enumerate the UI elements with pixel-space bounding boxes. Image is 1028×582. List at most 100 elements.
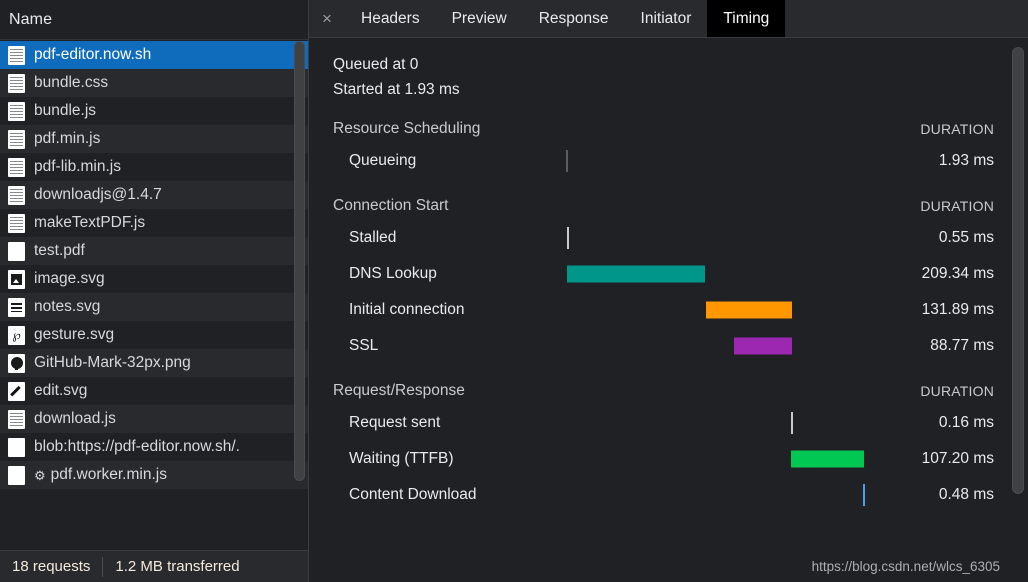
timing-section: Resource Scheduling DURATION Queueing 1.93 … [309, 115, 1028, 179]
timing-row: Initial connection 131.89 ms [309, 292, 1028, 328]
tab-preview[interactable]: Preview [436, 0, 523, 37]
document-icon [8, 45, 25, 65]
timing-bar [567, 265, 705, 283]
request-list-item[interactable]: pdf-lib.min.js [0, 153, 308, 181]
timing-bar [734, 337, 792, 355]
timing-phase-label: Request sent [349, 414, 441, 431]
timing-section: Request/Response DURATION Request sent 0.16… [309, 377, 1028, 513]
timing-section-header: Resource Scheduling DURATION [309, 115, 1028, 143]
timing-phase-label: DNS Lookup [349, 265, 437, 282]
document-icon [8, 73, 25, 93]
duration-column-label: DURATION [920, 121, 994, 137]
request-name-label: gesture.svg [34, 326, 115, 343]
timing-bar [791, 450, 864, 468]
request-list-item[interactable]: ⚙ pdf.worker.min.js [0, 461, 308, 489]
request-list-item[interactable]: download.js [0, 405, 308, 433]
request-list-item[interactable]: edit.svg [0, 377, 308, 405]
request-name-label: bundle.css [34, 74, 109, 91]
timing-phase-duration: 0.55 ms [938, 229, 994, 246]
request-list-item[interactable]: downloadjs@1.4.7 [0, 181, 308, 209]
request-name-label: pdf-lib.min.js [34, 158, 121, 175]
document-icon [8, 101, 25, 121]
request-list-item[interactable]: makeTextPDF.js [0, 209, 308, 237]
request-list-item[interactable]: notes.svg [0, 293, 308, 321]
request-list-header: Name [0, 0, 308, 40]
timing-bar [791, 412, 793, 434]
request-name-label: download.js [34, 410, 116, 427]
requests-count: 18 requests [12, 558, 91, 575]
timing-phase-label: SSL [349, 337, 379, 354]
timing-phase-label: Stalled [349, 229, 397, 246]
tabs-container: Headers Preview Response Initiator Timing [345, 0, 786, 37]
request-file-list[interactable]: pdf-editor.now.sh bundle.css bundle.js pdf.… [0, 41, 308, 550]
request-name-label: downloadjs@1.4.7 [34, 186, 162, 203]
timing-section-title: Connection Start [333, 197, 449, 214]
duration-column-label: DURATION [920, 383, 994, 399]
timing-phase-duration: 88.77 ms [930, 337, 994, 354]
timing-section-title: Request/Response [333, 382, 465, 399]
timing-row: SSL 88.77 ms [309, 328, 1028, 364]
document-icon [8, 157, 25, 177]
timing-phase-label: Initial connection [349, 301, 465, 318]
timing-phase-duration: 0.48 ms [938, 486, 994, 503]
request-list-item[interactable]: bundle.css [0, 69, 308, 97]
devtools-network-panel: Name pdf-editor.now.sh bundle.css bundle.j… [0, 0, 1028, 582]
timing-scrollbar-thumb[interactable] [1012, 47, 1024, 494]
timing-phase-duration: 209.34 ms [921, 265, 994, 282]
timing-bar [567, 227, 569, 249]
gesture-icon [8, 325, 25, 345]
timing-section: Connection Start DURATION Stalled 0.55 ms DN… [309, 192, 1028, 364]
network-status-bar: 18 requests 1.2 MB transferred [0, 550, 308, 582]
request-list-item[interactable]: pdf-editor.now.sh [0, 41, 308, 69]
gear-icon: ⚙ [34, 467, 46, 483]
request-name-label: makeTextPDF.js [34, 214, 146, 231]
request-name-label: bundle.js [34, 102, 97, 119]
github-icon [8, 353, 25, 373]
image-icon [8, 269, 25, 289]
request-list-scrollbar-thumb[interactable] [294, 41, 305, 481]
request-name-label: GitHub-Mark-32px.png [34, 354, 191, 371]
tab-initiator[interactable]: Initiator [625, 0, 708, 37]
request-detail-panel: × Headers Preview Response Initiator Timing … [309, 0, 1028, 582]
request-name-label: image.svg [34, 270, 105, 287]
notes-icon [8, 297, 25, 317]
timing-content: Queued at 0 Started at 1.93 ms Resource … [309, 38, 1028, 582]
started-at-text: Started at 1.93 ms [333, 81, 460, 98]
blank-file-icon [8, 465, 25, 485]
request-list-item[interactable]: GitHub-Mark-32px.png [0, 349, 308, 377]
request-list-item[interactable]: bundle.js [0, 97, 308, 125]
tab-timing[interactable]: Timing [707, 0, 786, 37]
request-name-label: pdf-editor.now.sh [34, 46, 152, 63]
request-list-item[interactable]: gesture.svg [0, 321, 308, 349]
edit-pencil-icon [8, 381, 25, 401]
tab-response[interactable]: Response [523, 0, 625, 37]
column-header-name[interactable]: Name [9, 11, 52, 29]
document-icon [8, 129, 25, 149]
timing-phase-label: Queueing [349, 152, 417, 169]
timing-row: Queueing 1.93 ms [309, 143, 1028, 179]
blank-file-icon [8, 437, 25, 457]
timing-bar [863, 484, 865, 506]
close-icon[interactable]: × [309, 0, 345, 37]
request-list-item[interactable]: test.pdf [0, 237, 308, 265]
tab-headers[interactable]: Headers [345, 0, 436, 37]
request-list-item[interactable]: image.svg [0, 265, 308, 293]
timing-phase-duration: 131.89 ms [921, 301, 994, 318]
request-list-panel: Name pdf-editor.now.sh bundle.css bundle.j… [0, 0, 309, 582]
document-icon [8, 185, 25, 205]
timing-phase-label: Content Download [349, 486, 477, 503]
timing-scrollbar-track[interactable] [1011, 39, 1025, 580]
request-list-scrollbar-track[interactable] [293, 41, 306, 550]
request-list-item[interactable]: blob:https://pdf-editor.now.sh/. [0, 433, 308, 461]
timing-bar [706, 301, 792, 319]
document-icon [8, 409, 25, 429]
timing-row: Waiting (TTFB) 107.20 ms [309, 441, 1028, 477]
detail-tab-bar: × Headers Preview Response Initiator Timing [309, 0, 1028, 38]
request-name-label: pdf.min.js [34, 130, 101, 147]
queued-at-text: Queued at 0 [333, 56, 419, 73]
request-name-label: pdf.worker.min.js [50, 466, 167, 483]
timing-phase-duration: 1.93 ms [938, 152, 994, 169]
request-name-label: edit.svg [34, 382, 88, 399]
request-list-item[interactable]: pdf.min.js [0, 125, 308, 153]
timing-sections: Resource Scheduling DURATION Queueing 1.93 … [309, 115, 1028, 513]
